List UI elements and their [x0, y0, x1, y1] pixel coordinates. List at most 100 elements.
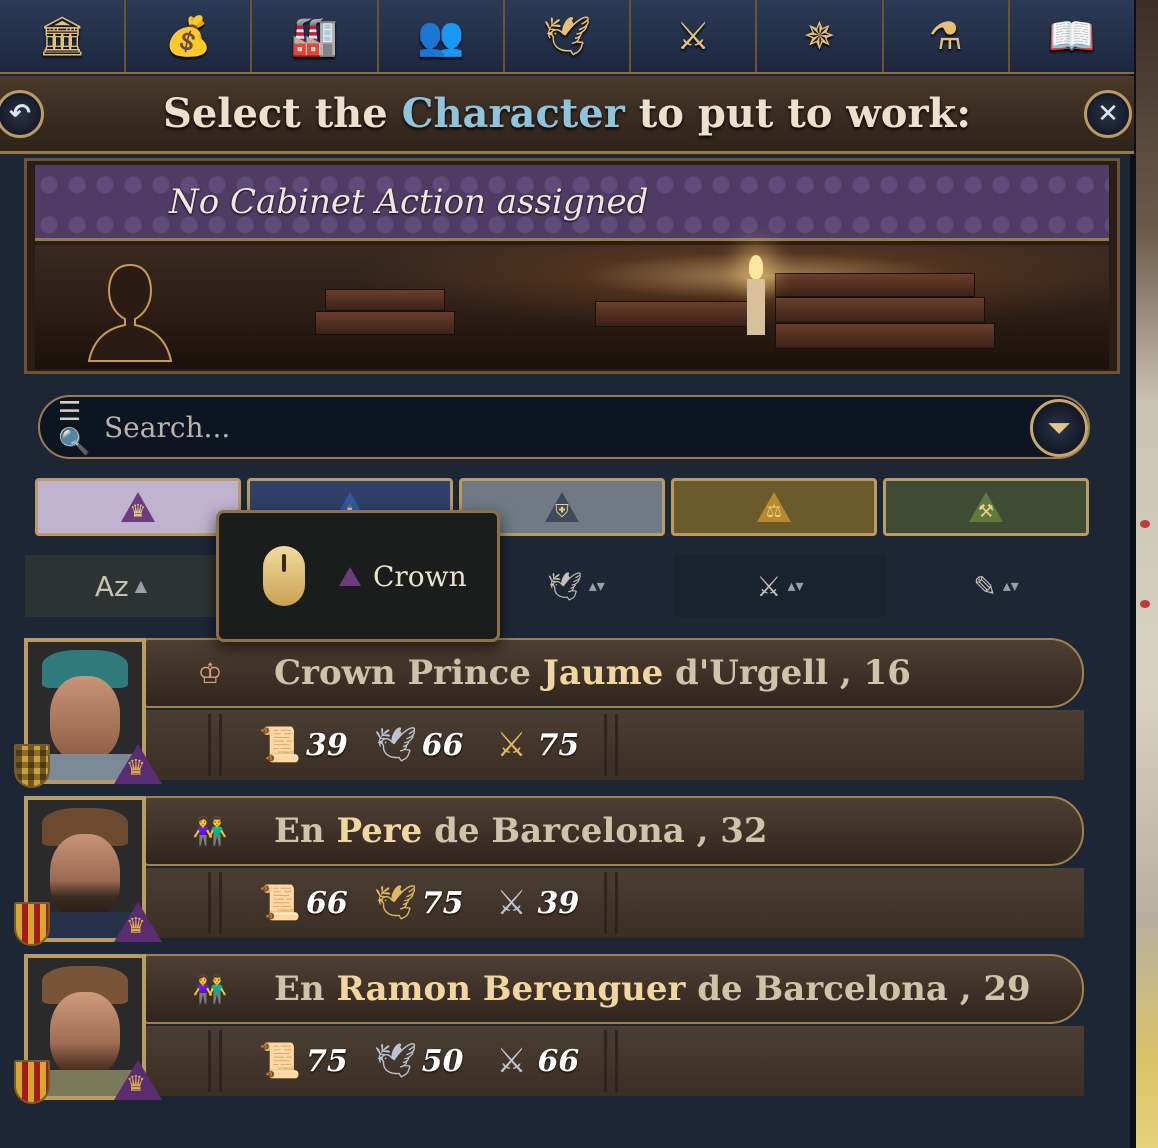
title-prefix: Select the: [162, 90, 402, 137]
cabinet-action-illustration: [35, 245, 1109, 369]
codex-icon: 📖: [1048, 13, 1096, 58]
world-map-background[interactable]: [1134, 0, 1158, 1148]
economy-icon: 💰: [164, 13, 212, 58]
divider: [208, 714, 222, 776]
character-first-name: Jaume: [542, 653, 664, 693]
alphabetical-sort-icon: Aᴢ: [94, 569, 129, 603]
character-row[interactable]: 👫 En Pere de Barcelona , 32 📜 66 🕊 75 ⚔ 39: [14, 796, 1084, 948]
map-marker: [1140, 600, 1150, 608]
title-highlight: Character: [401, 90, 625, 137]
mouse-left-click-icon: [263, 546, 305, 606]
courtier-role-icon: 👫: [192, 972, 228, 1006]
dialog-title: Select the Character to put to work:: [163, 90, 971, 137]
cabinet-action-header: No Cabinet Action assigned: [35, 165, 1109, 241]
tab-burghers[interactable]: ⚖: [671, 478, 877, 536]
advances-tab[interactable]: ⚗: [884, 0, 1010, 72]
coat-of-arms-icon[interactable]: [14, 744, 50, 788]
stat-value: 66: [306, 885, 348, 921]
character-name: En Ramon Berenguer de Barcelona , 29: [274, 969, 1031, 1009]
character-stats: 📜 66 🕊 75 ⚔ 39: [144, 868, 1084, 938]
character-name-bar: 👫 En Pere de Barcelona , 32: [144, 796, 1084, 866]
cabinet-action-panel[interactable]: No Cabinet Action assigned: [24, 158, 1120, 374]
crown-rank-icon: [114, 744, 162, 784]
advances-icon: ⚗: [928, 14, 963, 58]
codex-tab[interactable]: 📖: [1010, 0, 1134, 72]
stat-value: 66: [421, 727, 464, 763]
stat-value: 66: [537, 1043, 580, 1079]
candle-flame: [749, 255, 763, 279]
character-age: , 32: [684, 811, 768, 851]
tab-crown[interactable]: ♛: [35, 478, 241, 536]
sort-diplomacy-button[interactable]: 🕊 ▴▾: [480, 555, 672, 617]
face: [50, 834, 120, 918]
administrative-icon: 📜: [258, 725, 302, 765]
back-button[interactable]: ↶: [0, 90, 44, 138]
search-list-icon: ☰🔍: [58, 397, 91, 457]
sort-alphabetical-button[interactable]: Aᴢ ▲: [25, 555, 217, 617]
search-input[interactable]: Search...: [104, 411, 230, 444]
exploration-tab[interactable]: ✵: [757, 0, 884, 72]
book-illustration: [595, 301, 755, 327]
military-sort-icon: ⚔: [756, 569, 782, 603]
stat-value: 39: [537, 885, 580, 921]
military-icon: ⚔: [496, 725, 527, 765]
sort-toggle-icon: ▴▾: [588, 576, 605, 595]
stat-value: 39: [306, 727, 348, 763]
crown-rank-icon: [114, 902, 162, 942]
stat-value: 75: [306, 1043, 348, 1079]
filter-button[interactable]: ⏷: [1030, 399, 1088, 457]
sort-administrative-button[interactable]: ✎ ▴▾: [890, 555, 1102, 617]
character-row[interactable]: ♔ Crown Prince Jaume d'Urgell , 16 📜 39 🕊…: [14, 638, 1084, 790]
character-name-bar: 👫 En Ramon Berenguer de Barcelona , 29: [144, 954, 1084, 1024]
diplomacy-tab[interactable]: 🕊: [505, 0, 632, 72]
military-stat: ⚔ 39: [490, 883, 580, 923]
court-icon: 👥: [417, 13, 465, 58]
production-tab[interactable]: 🏭: [252, 0, 379, 72]
back-arrow-icon: ↶: [9, 99, 31, 129]
administrative-icon: 📜: [258, 1041, 302, 1081]
government-tab[interactable]: 🏛: [0, 0, 127, 72]
administrative-icon: 📜: [258, 883, 302, 923]
character-search[interactable]: ☰🔍 Search... ⏷: [38, 395, 1090, 459]
coat-of-arms-icon[interactable]: [14, 1060, 50, 1104]
coat-of-arms-icon[interactable]: [14, 902, 50, 946]
diplomatic-stat: 🕊 75: [374, 883, 463, 923]
diplomacy-icon: 🕊: [542, 13, 592, 58]
exploration-icon: ✵: [803, 14, 836, 58]
military-icon: ⚔: [496, 883, 527, 923]
diplomatic-icon: 🕊: [374, 883, 418, 923]
character-row[interactable]: 👫 En Ramon Berenguer de Barcelona , 29 📜…: [14, 954, 1084, 1106]
character-stats: 📜 75 🕊 50 ⚔ 66: [144, 1026, 1084, 1096]
military-tab[interactable]: ⚔: [631, 0, 758, 72]
tooltip: Crown: [216, 510, 500, 642]
character-title: Crown Prince: [274, 653, 543, 693]
character-first-name: Pere: [336, 811, 423, 851]
burghers-glyph: ⚖: [765, 500, 783, 522]
court-tab[interactable]: 👥: [379, 0, 505, 72]
tooltip-label: Crown: [373, 559, 467, 593]
dialog-titlebar: ↶ Select the Character to put to work: ✕: [0, 76, 1134, 154]
administrative-stat: 📜 75: [258, 1041, 348, 1081]
government-icon: 🏛: [37, 13, 87, 58]
panel-edge: [1130, 0, 1136, 1148]
crown-glyph: ♛: [129, 500, 147, 522]
sort-toggle-icon: ▴▾: [787, 576, 804, 595]
map-marker: [1140, 520, 1150, 528]
tab-peasants[interactable]: ⚒: [883, 478, 1089, 536]
character-age: , 16: [828, 653, 911, 693]
character-first-name: Ramon Berenguer: [336, 969, 686, 1009]
administrative-stat: 📜 39: [258, 725, 348, 765]
title-suffix: to put to work:: [624, 90, 972, 137]
sort-military-button[interactable]: ⚔ ▴▾: [674, 555, 886, 617]
stat-value: 50: [421, 1043, 464, 1079]
close-icon: ✕: [1097, 99, 1119, 129]
character-name: En Pere de Barcelona , 32: [274, 811, 768, 851]
close-button[interactable]: ✕: [1084, 90, 1132, 138]
economy-tab[interactable]: 💰: [126, 0, 253, 72]
military-icon: ⚔: [676, 14, 711, 58]
divider: [208, 1030, 222, 1092]
book-illustration: [775, 297, 985, 323]
sort-ascending-icon: ▲: [134, 576, 148, 595]
character-house: de Barcelona: [685, 969, 948, 1009]
character-title: En: [274, 969, 337, 1009]
